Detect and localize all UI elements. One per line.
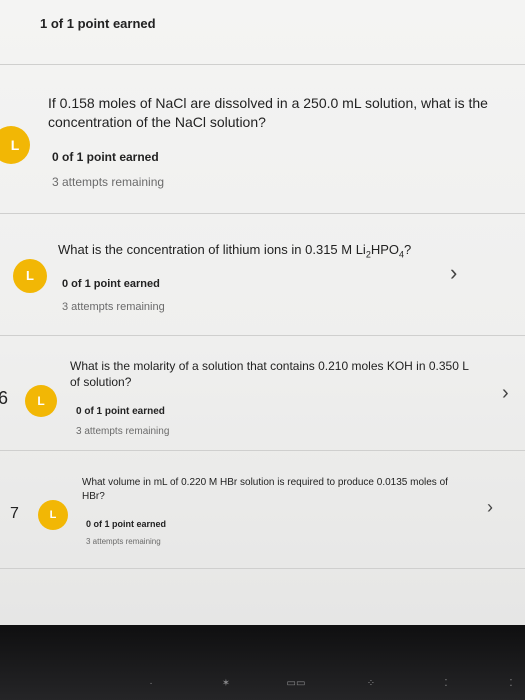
divider [0, 213, 525, 214]
question-3-attempts: 3 attempts remaining [76, 426, 170, 437]
key-icon: · [149, 678, 153, 689]
divider [0, 568, 525, 569]
brightness-icon: ✶ [221, 678, 231, 689]
question-number: 7 [10, 505, 19, 522]
divider [0, 450, 525, 451]
question-1-text[interactable]: If 0.158 moles of NaCl are dissolved in … [48, 94, 520, 132]
header-score: 1 of 1 point earned [40, 16, 156, 31]
question-1-attempts: 3 attempts remaining [52, 175, 165, 189]
status-badge: L [25, 385, 57, 417]
question-2-text[interactable]: What is the concentration of lithium ion… [58, 242, 411, 260]
keyboard-light-icon: ⁚ [444, 678, 448, 689]
chevron-right-icon[interactable]: › [487, 497, 493, 518]
question-4-attempts: 3 attempts remaining [86, 537, 161, 546]
divider [0, 335, 525, 336]
mission-control-icon: ▭▭ [286, 678, 306, 689]
question-3-score: 0 of 1 point earned [76, 406, 165, 417]
question-4-score: 0 of 1 point earned [86, 519, 167, 529]
question-1-score: 0 of 1 point earned [52, 150, 159, 164]
chevron-right-icon[interactable]: › [502, 382, 509, 405]
question-2-score: 0 of 1 point earned [62, 278, 160, 290]
question-3-text[interactable]: What is the molarity of a solution that … [70, 358, 480, 390]
keyboard-light-icon: ⁚ [509, 678, 513, 689]
launchpad-icon: ⁘ [366, 678, 376, 689]
question-2-attempts: 3 attempts remaining [62, 301, 165, 313]
divider [0, 64, 525, 65]
status-badge: L [13, 259, 47, 293]
status-badge: L [38, 500, 68, 530]
chevron-right-icon[interactable]: › [450, 260, 457, 286]
quiz-page: 1 of 1 point earned L If 0.158 moles of … [0, 0, 525, 625]
question-number: 6 [0, 388, 9, 408]
status-badge: L [0, 126, 30, 164]
question-4-text[interactable]: What volume in mL of 0.220 M HBr solutio… [82, 476, 472, 504]
laptop-bezel: · ✶ ▭▭ ⁘ ⁚ ⁚ [0, 625, 525, 700]
